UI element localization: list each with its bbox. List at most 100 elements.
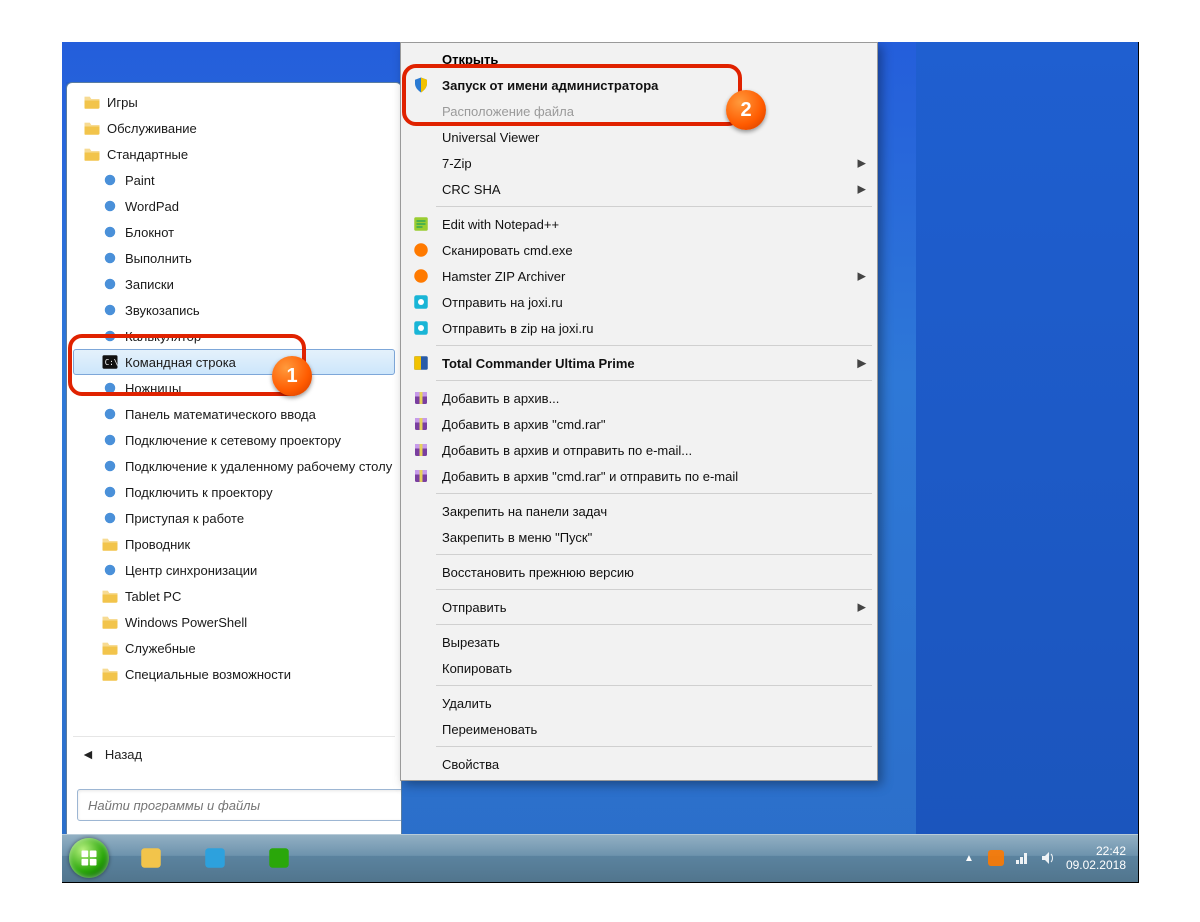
program-item-app[interactable]: Выполнить	[73, 245, 395, 271]
context-menu-item[interactable]: Копировать	[404, 655, 874, 681]
context-menu-item[interactable]: Вырезать	[404, 629, 874, 655]
program-item-app[interactable]: Проводник	[73, 531, 395, 557]
program-item-app[interactable]: Командная строка	[73, 349, 395, 375]
program-item-folder[interactable]: Windows PowerShell	[73, 609, 395, 635]
clock-date: 09.02.2018	[1066, 858, 1126, 872]
submenu-arrow-icon: ▶	[858, 601, 866, 614]
program-item-folder[interactable]: Служебные	[73, 635, 395, 661]
start-menu-search[interactable]	[77, 789, 391, 819]
context-menu-item[interactable]: Total Commander Ultima Prime▶	[404, 350, 874, 376]
program-item-label: Обслуживание	[107, 121, 197, 136]
program-item-folder[interactable]: Специальные возможности	[73, 661, 395, 687]
winrar-icon	[412, 467, 430, 485]
context-menu-item-label: Edit with Notepad++	[442, 217, 559, 232]
context-menu-item[interactable]: Добавить в архив и отправить по e-mail..…	[404, 437, 874, 463]
program-item-folder[interactable]: Стандартные	[73, 141, 395, 167]
app-icon	[101, 535, 119, 553]
app-icon	[101, 275, 119, 293]
context-menu-item[interactable]: Закрепить на панели задач	[404, 498, 874, 524]
program-item-label: Специальные возможности	[125, 667, 291, 682]
context-menu-item[interactable]: Удалить	[404, 690, 874, 716]
start-menu-back[interactable]: ◄ Назад	[73, 736, 395, 771]
taskbar-button-telegram[interactable]	[184, 838, 246, 878]
folder-icon	[83, 119, 101, 137]
program-item-folder[interactable]: Обслуживание	[73, 115, 395, 141]
folder-icon	[101, 613, 119, 631]
context-menu-item[interactable]: Отправить в zip на joxi.ru	[404, 315, 874, 341]
context-menu-item[interactable]: Добавить в архив "cmd.rar"	[404, 411, 874, 437]
folder-icon	[83, 93, 101, 111]
tray-overflow-icon[interactable]: ▲	[960, 849, 978, 867]
program-item-folder[interactable]: Tablet PC	[73, 583, 395, 609]
context-menu-item[interactable]: Запуск от имени администратора	[404, 72, 874, 98]
program-item-app[interactable]: Панель математического ввода	[73, 401, 395, 427]
taskbar-button-monitor[interactable]	[248, 838, 310, 878]
folder-icon	[101, 639, 119, 657]
context-menu-open[interactable]: Открыть	[404, 46, 874, 72]
program-item-app[interactable]: Блокнот	[73, 219, 395, 245]
program-item-label: Paint	[125, 173, 155, 188]
tray-app-icon[interactable]	[988, 850, 1004, 866]
program-item-app[interactable]: Звукозапись	[73, 297, 395, 323]
context-menu-item[interactable]: Отправить на joxi.ru	[404, 289, 874, 315]
context-menu-item[interactable]: Закрепить в меню "Пуск"	[404, 524, 874, 550]
context-menu-item[interactable]: 7-Zip▶	[404, 150, 874, 176]
context-menu-item[interactable]: Hamster ZIP Archiver▶	[404, 263, 874, 289]
volume-icon[interactable]	[1040, 850, 1056, 866]
context-menu-item-label: Отправить	[442, 600, 506, 615]
program-item-app[interactable]: Ножницы	[73, 375, 395, 401]
network-icon[interactable]	[1014, 850, 1030, 866]
context-menu-item-label: Запуск от имени администратора	[442, 78, 658, 93]
program-item-app[interactable]: Записки	[73, 271, 395, 297]
context-menu-item-label: Добавить в архив "cmd.rar"	[442, 417, 605, 432]
context-menu-item[interactable]: Свойства	[404, 751, 874, 777]
submenu-arrow-icon: ▶	[858, 183, 866, 196]
app-icon	[101, 301, 119, 319]
back-arrow-icon: ◄	[81, 746, 95, 762]
program-item-label: Подключение к сетевому проектору	[125, 433, 341, 448]
context-menu-item[interactable]: Universal Viewer	[404, 124, 874, 150]
app-icon	[101, 509, 119, 527]
context-menu-item[interactable]: Edit with Notepad++	[404, 211, 874, 237]
context-menu-item[interactable]: Добавить в архив "cmd.rar" и отправить п…	[404, 463, 874, 489]
context-menu-separator	[436, 345, 872, 346]
app-icon	[101, 405, 119, 423]
winrar-icon	[412, 441, 430, 459]
app-icon	[101, 197, 119, 215]
context-menu-separator	[436, 493, 872, 494]
search-input[interactable]	[77, 789, 402, 821]
program-item-app[interactable]: Подключение к удаленному рабочему столу	[73, 453, 395, 479]
context-menu-item[interactable]: Добавить в архив...	[404, 385, 874, 411]
program-item-label: Блокнот	[125, 225, 174, 240]
program-list: Игры Обслуживание Стандартные Paint WordPad Б…	[73, 89, 395, 687]
program-item-label: Проводник	[125, 537, 190, 552]
program-item-app[interactable]: Центр синхронизации	[73, 557, 395, 583]
context-menu-item[interactable]: Сканировать cmd.exe	[404, 237, 874, 263]
program-item-label: Tablet PC	[125, 589, 181, 604]
context-menu-item[interactable]: Отправить ▶	[404, 594, 874, 620]
program-item-folder[interactable]: Игры	[73, 89, 395, 115]
winrar-icon	[412, 415, 430, 433]
folder-icon	[101, 587, 119, 605]
joxi-icon	[412, 293, 430, 311]
start-menu: Игры Обслуживание Стандартные Paint WordPad Б…	[66, 82, 402, 836]
context-menu-item[interactable]: Восстановить прежнюю версию	[404, 559, 874, 585]
program-item-label: Стандартные	[107, 147, 188, 162]
context-menu-separator	[436, 206, 872, 207]
app-icon	[101, 431, 119, 449]
program-item-app[interactable]: Калькулятор	[73, 323, 395, 349]
context-menu-item-label: Отправить на joxi.ru	[442, 295, 563, 310]
program-item-app[interactable]: Paint	[73, 167, 395, 193]
start-button[interactable]	[62, 834, 116, 882]
program-item-app[interactable]: Подключить к проектору	[73, 479, 395, 505]
context-menu-item-label: CRC SHA	[442, 182, 501, 197]
taskbar-button-explorer[interactable]	[120, 838, 182, 878]
context-menu-item[interactable]: CRC SHA ▶	[404, 176, 874, 202]
program-item-app[interactable]: Приступая к работе	[73, 505, 395, 531]
context-menu-item[interactable]: Расположение файла	[404, 98, 874, 124]
context-menu-item-label: Отправить в zip на joxi.ru	[442, 321, 594, 336]
program-item-app[interactable]: Подключение к сетевому проектору	[73, 427, 395, 453]
program-item-app[interactable]: WordPad	[73, 193, 395, 219]
context-menu-item[interactable]: Переименовать	[404, 716, 874, 742]
taskbar-clock[interactable]: 22:42 09.02.2018	[1066, 844, 1126, 873]
